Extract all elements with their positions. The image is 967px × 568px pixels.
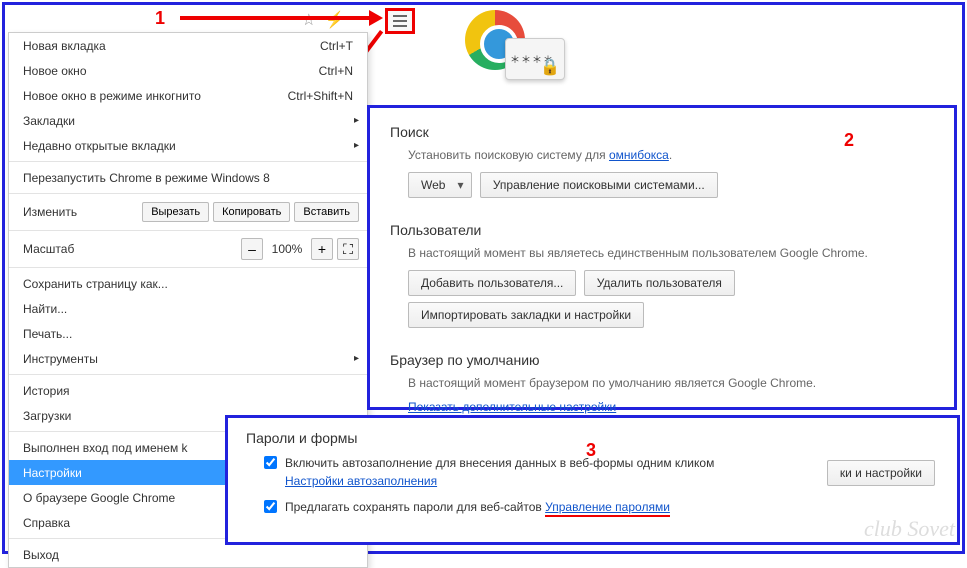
manage-passwords-link[interactable]: Управление паролями [545,500,670,517]
menu-zoom-row: Масштаб – 100% + ⛶ [9,234,367,264]
users-section-title: Пользователи [390,222,934,238]
menu-new-window[interactable]: Новое окноCtrl+N [9,58,367,83]
zoom-label: Масштаб [17,242,237,256]
delete-user-button[interactable]: Удалить пользователя [584,270,735,296]
search-engine-dropdown[interactable]: Web [408,172,472,198]
autofill-settings-link[interactable]: Настройки автозаполнения [285,474,437,488]
menu-incognito[interactable]: Новое окно в режиме инкогнитоCtrl+Shift+… [9,83,367,108]
settings-panel: 2 Поиск Установить поисковую систему для… [367,105,957,410]
import-button[interactable]: Импортировать закладки и настройки [408,302,644,328]
star-icon[interactable]: ☆ [302,10,322,30]
lock-icon: 🔒 [540,57,560,77]
annotation-step-1: 1 [155,8,165,29]
bolt-icon[interactable]: ⚡ [325,10,345,30]
save-passwords-checkbox[interactable] [264,500,277,513]
default-browser-title: Браузер по умолчанию [390,352,934,368]
cut-button[interactable]: Вырезать [142,202,209,222]
default-browser-text: В настоящий момент браузером по умолчани… [390,376,934,390]
menu-exit[interactable]: Выход [9,542,367,567]
zoom-in-button[interactable]: + [311,238,333,260]
omnibox-link[interactable]: омнибокса [609,148,669,162]
menu-bookmarks[interactable]: Закладки [9,108,367,133]
arrow-1 [180,16,375,20]
menu-print[interactable]: Печать... [9,321,367,346]
menu-history[interactable]: История [9,378,367,403]
copy-button[interactable]: Копировать [213,202,290,222]
paste-button[interactable]: Вставить [294,202,359,222]
autofill-checkbox[interactable] [264,456,277,469]
menu-save-as[interactable]: Сохранить страницу как... [9,271,367,296]
chrome-passwords-illustration: ＊＊＊＊🔒 [465,10,575,100]
save-passwords-label: Предлагать сохранять пароли для веб-сайт… [285,500,542,514]
menu-find[interactable]: Найти... [9,296,367,321]
hamburger-icon [393,15,407,27]
menu-new-tab[interactable]: Новая вкладкаCtrl+T [9,33,367,58]
chrome-menu-button[interactable] [385,8,415,34]
annotation-step-2: 2 [844,130,854,151]
menu-recent-tabs[interactable]: Недавно открытые вкладки [9,133,367,158]
annotation-step-3: 3 [586,440,596,461]
passwords-panel: Пароли и формы 3 ки и настройки Включить… [225,415,960,545]
zoom-value: 100% [267,242,307,256]
autofill-label: Включить автозаполнение для внесения дан… [285,456,714,470]
menu-edit-row: Изменить Вырезать Копировать Вставить [9,197,367,227]
zoom-out-button[interactable]: – [241,238,263,260]
menu-tools[interactable]: Инструменты [9,346,367,371]
menu-relaunch-win8[interactable]: Перезапустить Chrome в режиме Windows 8 [9,165,367,190]
peeking-import-button[interactable]: ки и настройки [827,460,935,486]
edit-label: Изменить [17,205,138,219]
add-user-button[interactable]: Добавить пользователя... [408,270,576,296]
users-section-text: В настоящий момент вы являетесь единстве… [390,246,934,260]
manage-search-engines-button[interactable]: Управление поисковыми системами... [480,172,718,198]
fullscreen-button[interactable]: ⛶ [337,238,359,260]
